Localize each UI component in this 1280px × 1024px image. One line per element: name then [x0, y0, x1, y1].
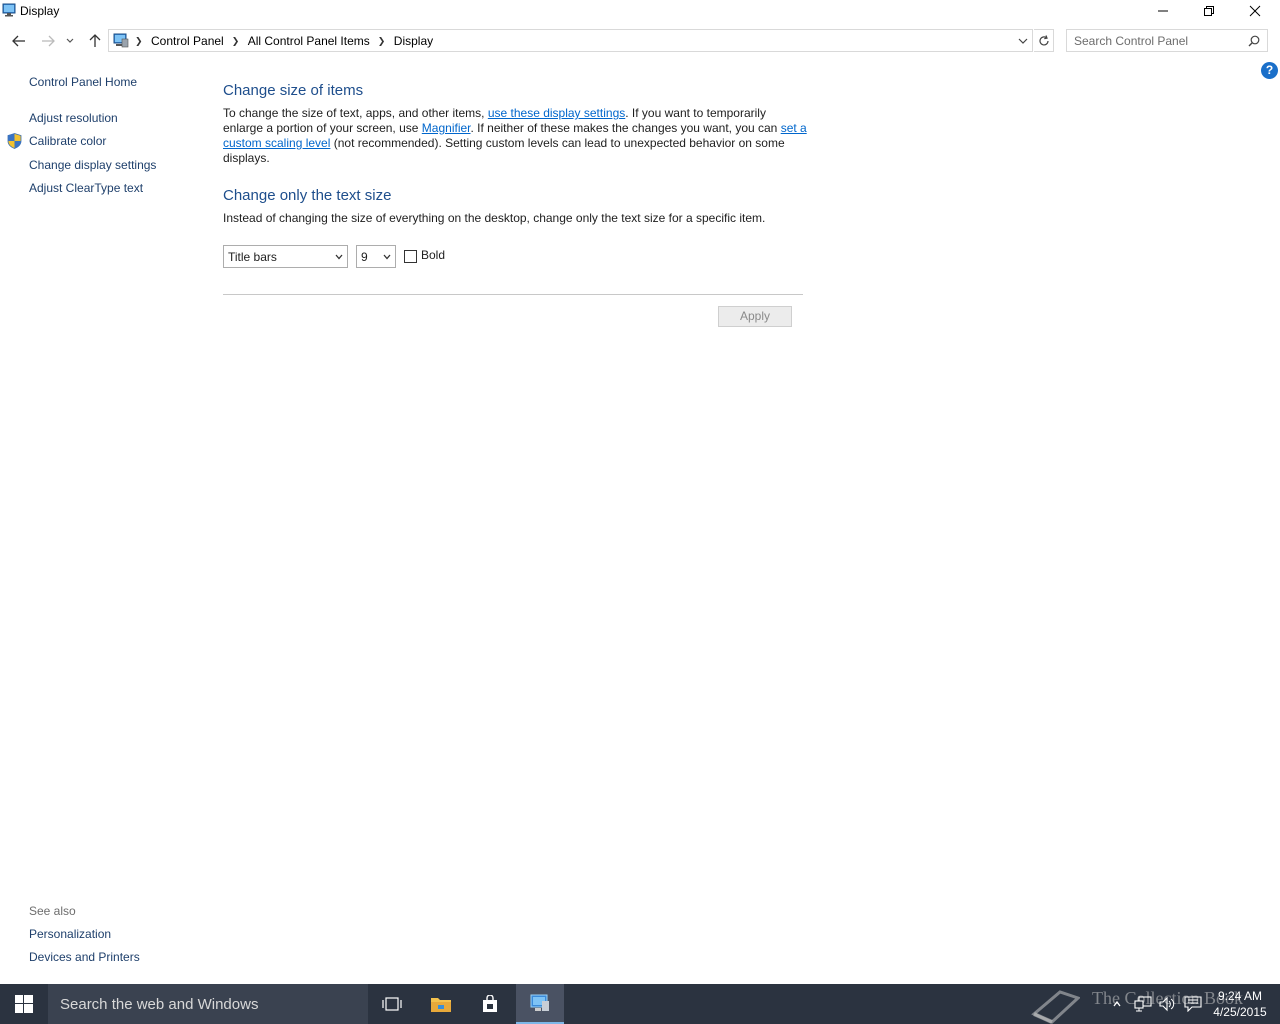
sidebar-item-change-display-settings[interactable]: Change display settings [29, 158, 156, 172]
chevron-down-icon [383, 254, 391, 260]
breadcrumb-separator[interactable]: ❯ [378, 36, 386, 47]
arrow-up-icon [89, 34, 101, 47]
bold-checkbox[interactable] [404, 250, 417, 263]
heading-change-size: Change size of items [223, 82, 364, 99]
close-icon [1249, 5, 1261, 17]
action-center-button[interactable] [1182, 984, 1204, 1024]
size-select-value: 9 [361, 250, 368, 264]
size-select[interactable]: 9 [356, 245, 396, 268]
chevron-down-icon [335, 254, 343, 260]
breadcrumb-control-panel[interactable]: Control Panel [151, 34, 224, 48]
clock-time: 9:24 AM [1217, 989, 1263, 1003]
see-also-devices-printers[interactable]: Devices and Printers [29, 950, 140, 964]
breadcrumb-display[interactable]: Display [394, 34, 433, 48]
speaker-icon [1159, 996, 1175, 1012]
change-size-description: To change the size of text, apps, and ot… [223, 106, 807, 165]
window-title: Display [20, 4, 60, 18]
folder-icon [431, 998, 451, 1012]
taskbar-clock[interactable]: 9:24 AM 4/25/2015 [1210, 988, 1270, 1020]
navigation-bar: ❯ Control Panel ❯ All Control Panel Item… [0, 23, 1280, 59]
clock-date: 4/25/2015 [1213, 1005, 1267, 1019]
uac-shield-icon [7, 133, 22, 149]
arrow-left-icon [12, 35, 25, 47]
store-button[interactable] [466, 984, 514, 1024]
control-panel-icon [530, 994, 549, 1011]
store-bag-icon [483, 995, 497, 1012]
divider [223, 294, 803, 295]
breadcrumb-separator[interactable]: ❯ [135, 36, 143, 47]
restore-button[interactable] [1186, 0, 1232, 22]
display-icon [2, 3, 16, 17]
show-hidden-icons-button[interactable] [1110, 984, 1124, 1024]
network-button[interactable] [1132, 984, 1154, 1024]
forward-button[interactable] [38, 31, 58, 51]
sidebar-item-calibrate-color[interactable]: Calibrate color [29, 134, 106, 148]
recent-locations-button[interactable] [62, 31, 78, 51]
breadcrumb: ❯ Control Panel ❯ All Control Panel Item… [133, 34, 433, 48]
up-button[interactable] [85, 31, 105, 51]
display-settings-link[interactable]: use these display settings [488, 106, 625, 120]
minimize-icon [1158, 10, 1168, 12]
chevron-down-icon[interactable] [1016, 34, 1030, 48]
sidebar-item-adjust-resolution[interactable]: Adjust resolution [29, 111, 118, 125]
see-also-heading: See also [29, 904, 76, 918]
address-bar[interactable]: ❯ Control Panel ❯ All Control Panel Item… [108, 29, 1033, 52]
sidebar-item-home[interactable]: Control Panel Home [29, 75, 137, 89]
bold-label[interactable]: Bold [421, 248, 445, 262]
minimize-button[interactable] [1140, 0, 1186, 22]
chevron-up-icon [1113, 1000, 1121, 1007]
restore-icon [1204, 6, 1214, 16]
start-button[interactable] [0, 984, 48, 1024]
search-icon[interactable] [1248, 35, 1260, 47]
search-box[interactable] [1066, 29, 1268, 52]
close-button[interactable] [1232, 0, 1278, 22]
see-also-personalization[interactable]: Personalization [29, 927, 111, 941]
notifications-icon [1184, 996, 1202, 1012]
refresh-icon [1038, 34, 1049, 45]
item-select[interactable]: Title bars [223, 245, 348, 268]
apply-button[interactable]: Apply [718, 306, 792, 327]
text-size-description: Instead of changing the size of everythi… [223, 211, 766, 225]
item-select-value: Title bars [228, 250, 277, 264]
search-input[interactable] [1074, 34, 1239, 48]
volume-button[interactable] [1156, 984, 1178, 1024]
back-button[interactable] [9, 31, 29, 51]
heading-text-size: Change only the text size [223, 187, 392, 204]
taskbar-search[interactable]: Search the web and Windows [48, 984, 368, 1024]
sidebar-item-adjust-cleartype[interactable]: Adjust ClearType text [29, 181, 143, 195]
windows-logo-icon [15, 995, 33, 1013]
network-icon [1134, 996, 1152, 1012]
refresh-button[interactable] [1034, 29, 1054, 52]
file-explorer-button[interactable] [417, 984, 465, 1024]
left-pane: Control Panel Home Adjust resolution Cal… [0, 59, 200, 984]
title-bar: Display [0, 0, 1280, 23]
chevron-down-icon [66, 38, 74, 43]
breadcrumb-separator[interactable]: ❯ [232, 36, 240, 47]
taskbar: Search the web and Windows The Collectio… [0, 984, 1280, 1024]
taskbar-search-placeholder: Search the web and Windows [60, 996, 259, 1013]
control-panel-icon [113, 33, 129, 48]
control-panel-taskbar-button[interactable] [516, 984, 564, 1024]
task-view-button[interactable] [368, 984, 416, 1024]
breadcrumb-all-items[interactable]: All Control Panel Items [248, 34, 370, 48]
task-view-icon [382, 997, 402, 1011]
book-watermark-icon [1031, 990, 1080, 1024]
help-button[interactable]: ? [1261, 62, 1278, 79]
magnifier-link[interactable]: Magnifier [422, 121, 471, 135]
arrow-right-icon [42, 35, 55, 47]
